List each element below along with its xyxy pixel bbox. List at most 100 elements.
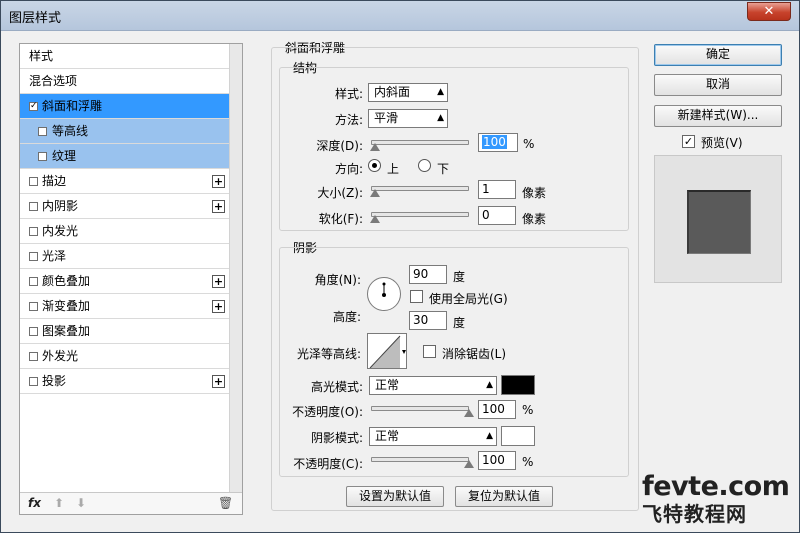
inner-shadow-checkbox[interactable] bbox=[29, 202, 38, 211]
new-style-button[interactable]: 新建样式(W)... bbox=[654, 105, 782, 127]
direction-down-radio[interactable] bbox=[418, 159, 431, 172]
dialog-body: 样式 混合选项 ✓ 斜面和浮雕 等高线 纹理 描边 + 内阴影 + 内发光 光泽… bbox=[9, 31, 791, 526]
list-item-satin[interactable]: 光泽 bbox=[20, 244, 230, 269]
list-item-inner-glow[interactable]: 内发光 bbox=[20, 219, 230, 244]
angle-indicator-icon bbox=[382, 282, 386, 297]
soften-input[interactable]: 0 bbox=[478, 206, 516, 225]
shadow-mode-label: 阴影模式: bbox=[310, 431, 363, 445]
anti-alias-checkbox[interactable] bbox=[423, 345, 436, 358]
direction-up-label: 上 bbox=[387, 162, 400, 176]
gradient-overlay-checkbox[interactable] bbox=[29, 302, 38, 311]
chevron-updown-icon: ▲ bbox=[486, 380, 493, 390]
ok-button[interactable]: 确定 bbox=[654, 44, 782, 66]
size-slider-thumb[interactable] bbox=[370, 189, 380, 197]
list-item-pattern-overlay[interactable]: 图案叠加 bbox=[20, 319, 230, 344]
shadow-opacity-input[interactable]: 100 bbox=[478, 451, 516, 470]
soften-slider[interactable] bbox=[371, 212, 469, 217]
move-down-icon[interactable]: ⬇ bbox=[76, 496, 86, 510]
shadow-opacity-slider[interactable] bbox=[371, 457, 469, 462]
depth-slider[interactable] bbox=[371, 140, 469, 145]
title-bar: 图层样式 ✕ bbox=[1, 1, 799, 31]
depth-slider-thumb[interactable] bbox=[370, 143, 380, 151]
preview-thumbnail bbox=[687, 190, 751, 254]
altitude-label: 高度: bbox=[332, 310, 361, 324]
reset-default-button[interactable]: 复位为默认值 bbox=[455, 486, 553, 507]
fx-icon[interactable]: fx bbox=[28, 496, 41, 510]
list-item-label: 内阴影 bbox=[42, 199, 79, 213]
angle-unit: 度 bbox=[453, 270, 466, 284]
inner-glow-checkbox[interactable] bbox=[29, 227, 38, 236]
technique-select[interactable]: 平滑 ▲ bbox=[368, 109, 448, 128]
color-overlay-checkbox[interactable] bbox=[29, 277, 38, 286]
add-gradient-overlay-button[interactable]: + bbox=[212, 300, 225, 313]
add-drop-shadow-button[interactable]: + bbox=[212, 375, 225, 388]
angle-dial[interactable] bbox=[367, 277, 401, 311]
list-item-stroke[interactable]: 描边 + bbox=[20, 169, 230, 194]
add-stroke-button[interactable]: + bbox=[212, 175, 225, 188]
pattern-overlay-checkbox[interactable] bbox=[29, 327, 38, 336]
altitude-input[interactable]: 30 bbox=[409, 311, 447, 330]
list-item-styles[interactable]: 样式 bbox=[20, 44, 230, 69]
soften-slider-thumb[interactable] bbox=[370, 215, 380, 223]
depth-input-value: 100 bbox=[482, 135, 507, 149]
global-light-checkbox[interactable] bbox=[410, 290, 423, 303]
list-scrollbar[interactable] bbox=[229, 44, 242, 514]
list-item-label: 样式 bbox=[29, 49, 54, 63]
move-up-icon[interactable]: ⬆ bbox=[54, 496, 64, 510]
list-item-color-overlay[interactable]: 颜色叠加 + bbox=[20, 269, 230, 294]
cancel-button[interactable]: 取消 bbox=[654, 74, 782, 96]
shadow-opacity-thumb[interactable] bbox=[464, 460, 474, 468]
list-item-blending-options[interactable]: 混合选项 bbox=[20, 69, 230, 94]
list-item-texture[interactable]: 纹理 bbox=[20, 144, 230, 169]
direction-up-radio[interactable] bbox=[368, 159, 381, 172]
add-inner-shadow-button[interactable]: + bbox=[212, 200, 225, 213]
shadow-color-swatch[interactable] bbox=[501, 426, 535, 446]
list-item-gradient-overlay[interactable]: 渐变叠加 + bbox=[20, 294, 230, 319]
preview-checkbox[interactable]: ✓ bbox=[682, 135, 695, 148]
bevel-emboss-checkbox[interactable]: ✓ bbox=[29, 102, 38, 111]
list-item-outer-glow[interactable]: 外发光 bbox=[20, 344, 230, 369]
close-button[interactable]: ✕ bbox=[747, 2, 791, 21]
list-item-drop-shadow[interactable]: 投影 + bbox=[20, 369, 230, 394]
chevron-updown-icon: ▲ bbox=[486, 431, 493, 441]
soften-unit: 像素 bbox=[522, 212, 547, 226]
stroke-checkbox[interactable] bbox=[29, 177, 38, 186]
list-item-contour[interactable]: 等高线 bbox=[20, 119, 230, 144]
shadow-mode-value: 正常 bbox=[375, 429, 400, 443]
angle-input[interactable]: 90 bbox=[409, 265, 447, 284]
drop-shadow-checkbox[interactable] bbox=[29, 377, 38, 386]
watermark-logo: fevte.com 飞特教程网 bbox=[642, 471, 792, 527]
highlight-mode-label: 高光模式: bbox=[310, 380, 363, 394]
list-item-label: 外发光 bbox=[42, 349, 79, 363]
list-item-bevel-emboss[interactable]: ✓ 斜面和浮雕 bbox=[20, 94, 230, 119]
list-item-label: 等高线 bbox=[52, 124, 89, 138]
list-item-inner-shadow[interactable]: 内阴影 + bbox=[20, 194, 230, 219]
direction-down-label: 下 bbox=[437, 162, 450, 176]
style-label: 样式: bbox=[334, 87, 363, 101]
satin-checkbox[interactable] bbox=[29, 252, 38, 261]
outer-glow-checkbox[interactable] bbox=[29, 352, 38, 361]
size-slider[interactable] bbox=[371, 186, 469, 191]
list-item-label: 纹理 bbox=[52, 149, 77, 163]
trash-icon[interactable]: 🗑 bbox=[218, 496, 233, 510]
list-toolbar: fx ⬆ ⬇ 🗑 bbox=[20, 492, 242, 514]
depth-label: 深度(D): bbox=[316, 139, 363, 153]
style-select[interactable]: 内斜面 ▲ bbox=[368, 83, 448, 102]
highlight-color-swatch[interactable] bbox=[501, 375, 535, 395]
gloss-contour-picker[interactable] bbox=[367, 333, 407, 369]
highlight-opacity-thumb[interactable] bbox=[464, 409, 474, 417]
technique-select-value: 平滑 bbox=[374, 111, 399, 125]
style-list: 样式 混合选项 ✓ 斜面和浮雕 等高线 纹理 描边 + 内阴影 + 内发光 光泽… bbox=[19, 43, 243, 515]
layer-style-dialog: 图层样式 ✕ 样式 混合选项 ✓ 斜面和浮雕 等高线 纹理 描边 + 内阴影 +… bbox=[0, 0, 800, 533]
highlight-opacity-slider[interactable] bbox=[371, 406, 469, 411]
add-color-overlay-button[interactable]: + bbox=[212, 275, 225, 288]
shadow-mode-select[interactable]: 正常 ▲ bbox=[369, 427, 497, 446]
texture-checkbox[interactable] bbox=[38, 152, 47, 161]
contour-checkbox[interactable] bbox=[38, 127, 47, 136]
highlight-opacity-input[interactable]: 100 bbox=[478, 400, 516, 419]
style-select-value: 内斜面 bbox=[374, 85, 411, 99]
size-input[interactable]: 1 bbox=[478, 180, 516, 199]
depth-input[interactable]: 100 bbox=[478, 133, 518, 152]
highlight-mode-select[interactable]: 正常 ▲ bbox=[369, 376, 497, 395]
make-default-button[interactable]: 设置为默认值 bbox=[346, 486, 444, 507]
